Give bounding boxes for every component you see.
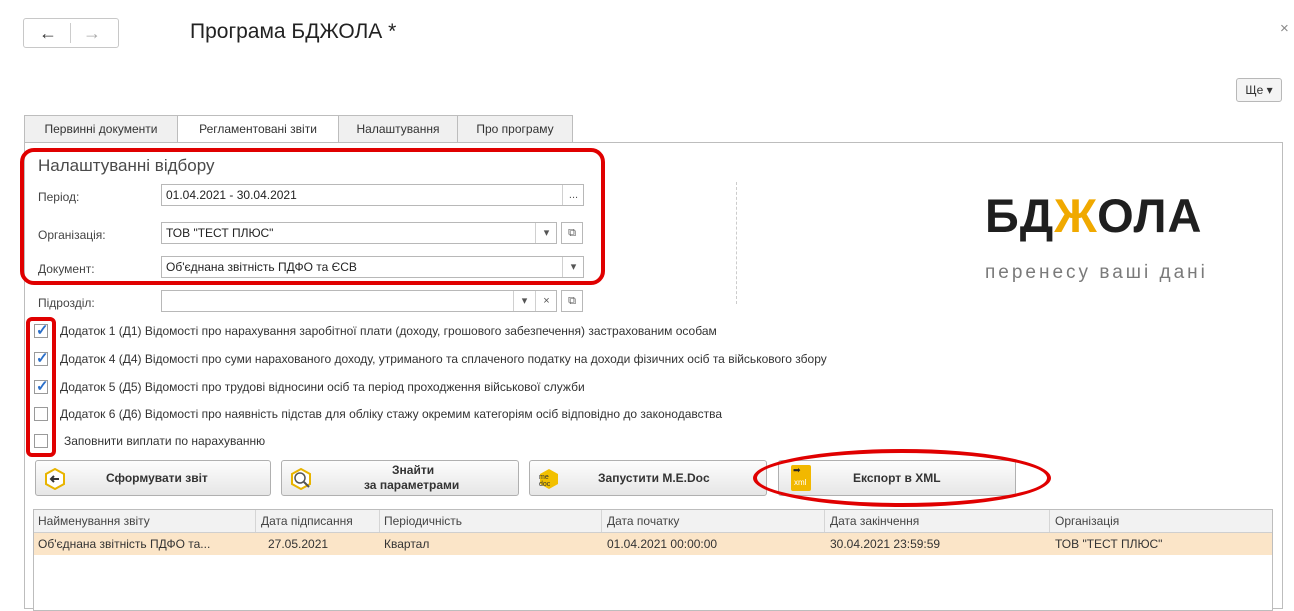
col-periodicity[interactable]: Періодичність	[384, 514, 462, 528]
col-organization[interactable]: Організація	[1055, 514, 1119, 528]
hexagon-arrow-icon	[45, 468, 65, 490]
forward-arrow-icon[interactable]: →	[72, 22, 112, 44]
tab-primary-documents[interactable]: Первинні документи	[24, 115, 178, 142]
medoc-icon-text: me doc	[539, 474, 551, 488]
launch-medoc-button[interactable]: me doc Запустити M.E.Doc	[529, 460, 767, 496]
back-arrow-icon[interactable]: ←	[28, 22, 68, 44]
column-separator	[824, 510, 825, 532]
find-by-params-button[interactable]: Знайти за параметрами	[281, 460, 519, 496]
department-label: Підрозділ:	[38, 296, 95, 310]
cell-organization: ТОВ "ТЕСТ ПЛЮС"	[1055, 537, 1163, 551]
table-header: Найменування звіту Дата підписання Періо…	[34, 510, 1272, 533]
logo-accent: Ж	[1054, 189, 1098, 242]
highlight-export-button	[753, 449, 1051, 507]
find-label-line1: Знайти	[392, 463, 435, 477]
logo-part: БД	[985, 189, 1055, 242]
search-icon	[291, 468, 311, 490]
checkbox-d6-label: Додаток 6 (Д6) Відомості про наявність п…	[60, 407, 723, 421]
checkbox-d1-label: Додаток 1 (Д1) Відомості про нарахування…	[60, 324, 717, 338]
launch-medoc-label: Запустити M.E.Doc	[598, 471, 710, 485]
open-form-icon[interactable]: ⧉	[561, 290, 583, 312]
logo-part: ОЛА	[1097, 189, 1203, 242]
nav-divider	[70, 23, 71, 43]
col-report-name[interactable]: Найменування звіту	[38, 514, 150, 528]
chevron-down-icon[interactable]: ▾	[513, 291, 535, 311]
department-field[interactable]: ▾ ×	[161, 290, 557, 312]
window-title: Програма БДЖОЛА *	[190, 20, 397, 43]
tab-regulated-reports[interactable]: Регламентовані звіти	[177, 115, 339, 143]
nav-buttons: ← →	[23, 18, 119, 48]
col-end-date[interactable]: Дата закінчення	[830, 514, 919, 528]
checkbox-fill-payments-label: Заповнити виплати по нарахуванню	[64, 434, 266, 448]
col-start-date[interactable]: Дата початку	[607, 514, 679, 528]
cell-report-name: Об'єднана звітність ПДФО та...	[38, 537, 211, 551]
find-label-line2: за параметрами	[364, 478, 460, 492]
clear-icon[interactable]: ×	[535, 291, 557, 311]
generate-report-label: Сформувати звіт	[106, 471, 208, 485]
checkbox-d5-label: Додаток 5 (Д5) Відомості про трудові від…	[60, 380, 585, 394]
reports-table: Найменування звіту Дата підписання Періо…	[33, 509, 1273, 611]
checkbox-d4-label: Додаток 4 (Д4) Відомості про суми нарахо…	[60, 352, 827, 366]
column-separator	[1049, 510, 1050, 532]
cell-sign-date: 27.05.2021	[268, 537, 329, 551]
logo-slogan: перенесу ваші дані	[985, 262, 1208, 283]
tab-settings[interactable]: Налаштування	[338, 115, 458, 142]
medoc-icon: me doc	[538, 468, 560, 490]
column-separator	[379, 510, 380, 532]
table-row[interactable]: Об'єднана звітність ПДФО та... 27.05.202…	[34, 533, 1272, 555]
more-button[interactable]: Ще ▾	[1236, 78, 1282, 102]
generate-report-button[interactable]: Сформувати звіт	[35, 460, 271, 496]
column-separator	[255, 510, 256, 532]
bdzhola-logo: БДЖОЛА	[985, 188, 1202, 243]
cell-end-date: 30.04.2021 23:59:59	[830, 537, 941, 551]
column-separator	[601, 510, 602, 532]
col-sign-date[interactable]: Дата підписання	[261, 514, 353, 528]
highlight-checkboxes	[26, 317, 56, 457]
highlight-filters	[20, 148, 605, 285]
close-icon[interactable]: ×	[1280, 20, 1289, 37]
tab-about[interactable]: Про програму	[457, 115, 573, 142]
divider	[736, 182, 737, 304]
cell-periodicity: Квартал	[384, 537, 430, 551]
cell-start-date: 01.04.2021 00:00:00	[607, 537, 718, 551]
